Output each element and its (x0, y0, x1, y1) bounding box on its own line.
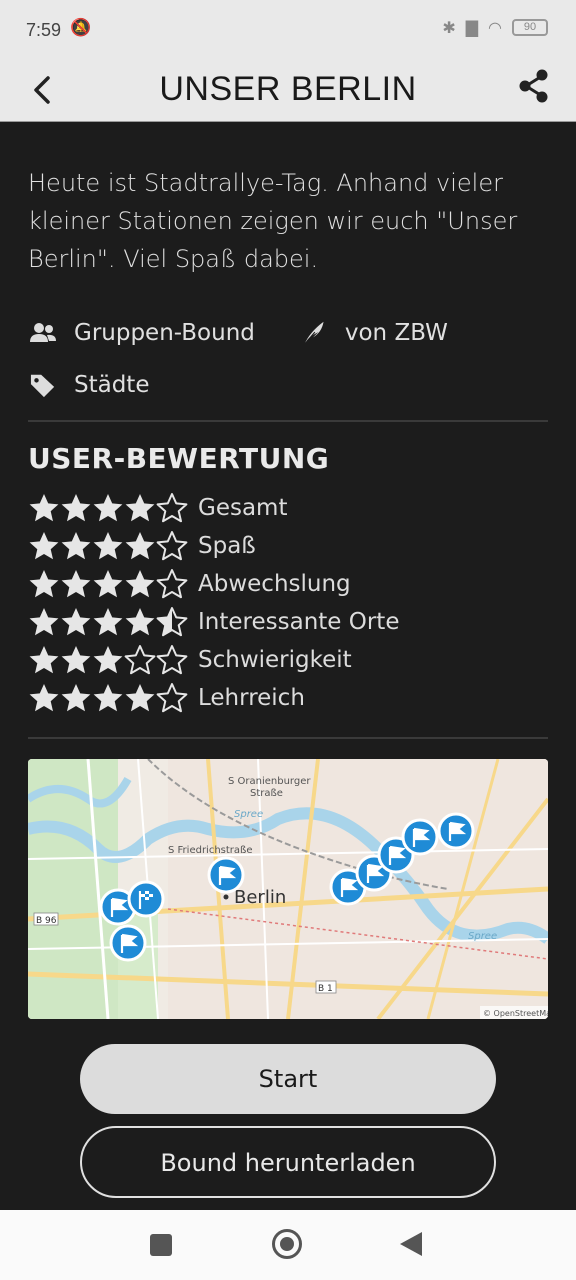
tag-label: Städte (74, 372, 150, 398)
star-filled-icon (93, 494, 123, 522)
divider (28, 420, 548, 422)
star-empty-icon (156, 493, 188, 523)
map-label-berlin: Berlin (234, 887, 286, 908)
star-rating (28, 530, 198, 562)
star-filled-icon (61, 494, 91, 522)
status-bar: 7:59 🔕 ✱ ▇ ◠ 90 (0, 0, 576, 60)
rating-label: Spaß (198, 533, 256, 559)
description-text: Heute ist Stadtrallye-Tag. Anhand vieler… (28, 169, 518, 273)
star-filled-icon (61, 570, 91, 598)
meta-row-group-author: Gruppen-Bound von ZBW (28, 318, 548, 348)
map-label-strasse: Straße (250, 788, 283, 799)
map-label-friedrichstrasse: S Friedrichstraße (168, 845, 253, 856)
rating-label: Lehrreich (198, 685, 305, 711)
star-filled-icon (93, 570, 123, 598)
home-icon[interactable] (272, 1229, 302, 1259)
map-attribution: © OpenStreetMap (483, 1009, 548, 1018)
tag-info: Städte (28, 372, 149, 398)
group-label: Gruppen-Bound (74, 320, 255, 346)
share-icon[interactable] (518, 68, 550, 104)
star-empty-icon (156, 531, 188, 561)
star-half-icon (156, 607, 188, 637)
map-marker-station[interactable] (109, 924, 147, 962)
map-label-spree-2: Spree (468, 931, 497, 942)
star-filled-icon (93, 646, 123, 674)
star-filled-icon (93, 608, 123, 636)
star-filled-icon (125, 494, 155, 522)
map-marker-station[interactable] (207, 856, 245, 894)
star-rating (28, 606, 198, 638)
star-filled-icon (29, 494, 59, 522)
star-filled-icon (93, 532, 123, 560)
author-info: von ZBW (299, 320, 448, 346)
star-empty-icon (124, 645, 156, 675)
star-filled-icon (125, 570, 155, 598)
rating-row: Gesamt (28, 489, 548, 527)
rating-row: Spaß (28, 527, 548, 565)
route-map[interactable]: S Oranienburger Straße S Friedrichstraße… (28, 759, 548, 1019)
mute-icon: 🔕 (70, 18, 92, 38)
system-icons: ✱ ▇ ◠ 90 (442, 18, 548, 37)
star-rating (28, 492, 198, 524)
star-filled-icon (125, 532, 155, 560)
map-canvas: S Oranienburger Straße S Friedrichstraße… (28, 759, 548, 1019)
map-label-b96: B 96 (36, 916, 57, 926)
rating-row: Schwierigkeit (28, 641, 548, 679)
group-info: Gruppen-Bound (28, 320, 255, 346)
rating-label: Abwechslung (198, 571, 351, 597)
star-filled-icon (29, 570, 59, 598)
star-rating (28, 568, 198, 600)
app-bar: UNSER BERLIN (0, 60, 576, 122)
star-filled-icon (61, 684, 91, 712)
rating-section-title: USER-BEWERTUNG (28, 442, 330, 475)
star-filled-icon (29, 646, 59, 674)
wifi-icon: ◠ (488, 18, 502, 37)
feather-icon (303, 321, 324, 345)
star-empty-icon (156, 569, 188, 599)
map-label-spree-1: Spree (234, 809, 263, 820)
map-label-oranienburger: S Oranienburger (228, 776, 311, 787)
star-rating (28, 644, 198, 676)
status-time: 7:59 (26, 20, 62, 40)
signal-icon: ▇ (465, 18, 479, 37)
meta-row-tags: Städte (28, 370, 548, 400)
star-filled-icon (61, 608, 91, 636)
rating-row: Lehrreich (28, 679, 548, 717)
star-filled-icon (61, 646, 91, 674)
rating-list: Gesamt Spaß Abwechslung Interessante Orte Sc… (28, 489, 548, 717)
notification-icons: 🔕 (70, 18, 91, 38)
star-filled-icon (93, 684, 123, 712)
star-filled-icon (29, 532, 59, 560)
rating-row: Abwechslung (28, 565, 548, 603)
nav-back-icon[interactable] (400, 1232, 422, 1256)
map-label-b1: B 1 (318, 984, 333, 994)
star-empty-icon (156, 645, 188, 675)
map-marker-finish[interactable] (127, 880, 165, 918)
main-content: Heute ist Stadtrallye-Tag. Anhand vieler… (28, 122, 548, 1019)
star-empty-icon (156, 683, 188, 713)
star-filled-icon (29, 608, 59, 636)
system-nav-bar (0, 1210, 576, 1280)
star-filled-icon (125, 608, 155, 636)
star-filled-icon (29, 684, 59, 712)
start-button[interactable]: Start (80, 1044, 496, 1114)
rating-label: Interessante Orte (198, 609, 400, 635)
battery-icon: 90 (512, 19, 548, 36)
author-label: von ZBW (344, 320, 448, 346)
star-filled-icon (61, 532, 91, 560)
group-icon (30, 323, 56, 342)
map-marker-station[interactable] (401, 818, 439, 856)
map-marker-station[interactable] (437, 812, 475, 850)
divider (28, 737, 548, 739)
bluetooth-icon: ✱ (442, 18, 456, 37)
download-button[interactable]: Bound herunterladen (80, 1126, 496, 1198)
rating-label: Schwierigkeit (198, 647, 352, 673)
rating-row: Interessante Orte (28, 603, 548, 641)
recent-apps-icon[interactable] (150, 1234, 172, 1256)
star-filled-icon (125, 684, 155, 712)
rating-label: Gesamt (198, 495, 288, 521)
page-title: UNSER BERLIN (159, 70, 417, 108)
tag-icon (30, 374, 55, 398)
star-rating (28, 682, 198, 714)
